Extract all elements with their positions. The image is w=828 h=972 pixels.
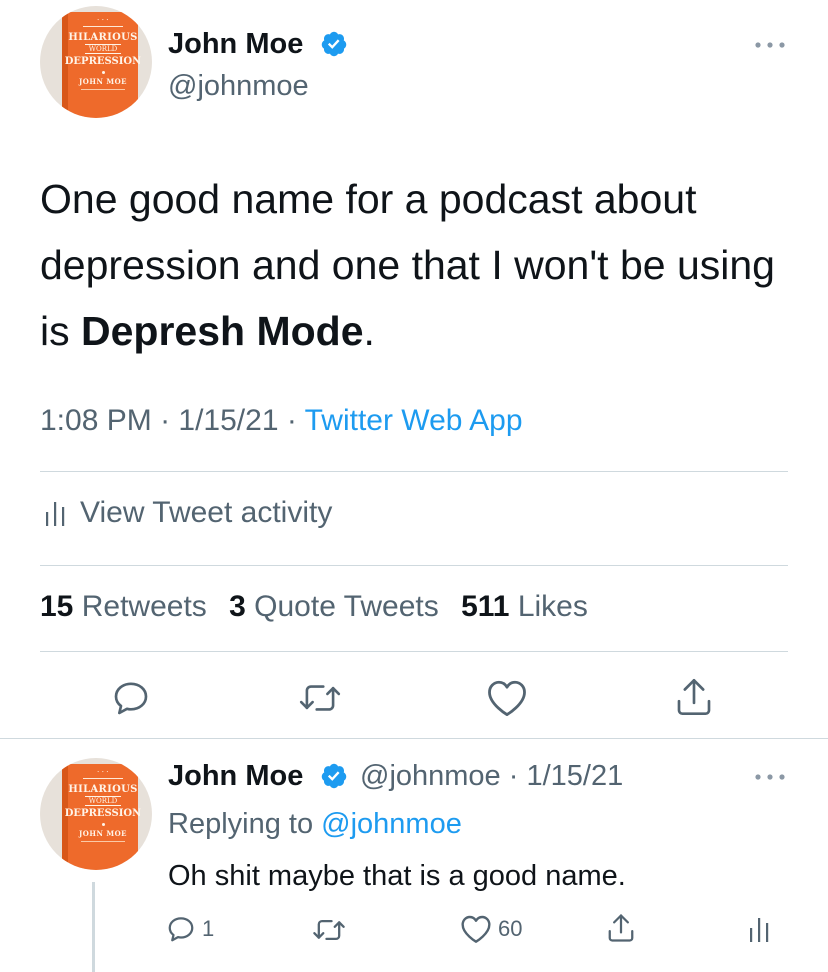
reply-text: Oh shit maybe that is a good name.: [168, 860, 626, 892]
avatar-book-cover: • • • HILARIOUS WORLD DEPRESSION JOHN MO…: [62, 12, 141, 118]
tweet-text: One good name for a podcast about depres…: [40, 166, 800, 364]
likes-stat[interactable]: 511 Likes: [461, 590, 588, 623]
reply-author-avatar[interactable]: • • • HILARIOUS WORLD DEPRESSION JOHN MO…: [40, 758, 152, 870]
book-subtitle-rule: [81, 89, 125, 90]
view-activity-link[interactable]: View Tweet activity: [44, 496, 332, 530]
share-button[interactable]: [674, 676, 714, 718]
quotes-stat[interactable]: 3 Quote Tweets: [229, 590, 439, 623]
divider: [40, 471, 788, 472]
tweet-text-end: .: [363, 308, 375, 354]
book-dot: [101, 71, 105, 74]
book-subtitle-rule: [81, 841, 125, 842]
quotes-label: Quote Tweets: [254, 590, 439, 623]
divider: [40, 565, 788, 566]
book-rule: [83, 778, 123, 779]
reply-like-button[interactable]: 60: [460, 914, 522, 944]
retweets-stat[interactable]: 15 Retweets: [40, 590, 207, 623]
more-horizontal-icon[interactable]: [754, 772, 786, 782]
share-icon: [608, 914, 634, 942]
reply-bubble-icon: [168, 917, 194, 942]
activity-label: View Tweet activity: [80, 496, 333, 529]
tweet-date[interactable]: 1/15/21: [178, 404, 278, 437]
reply-retweet-button[interactable]: [312, 916, 346, 944]
likes-label: Likes: [517, 590, 588, 623]
more-horizontal-icon[interactable]: [754, 40, 786, 50]
bar-chart-icon: [46, 502, 65, 526]
reply-activity-button[interactable]: [748, 914, 770, 944]
section-divider: [0, 738, 828, 739]
book-dot: [101, 823, 105, 826]
replying-to: Replying to @johnmoe: [168, 808, 462, 841]
retweets-count: 15: [40, 590, 74, 623]
meta-separator: ·: [151, 404, 179, 437]
divider: [40, 651, 788, 652]
retweet-button[interactable]: [298, 680, 342, 716]
retweet-icon: [299, 685, 341, 711]
tweet-meta: 1:08 PM · 1/15/21 · Twitter Web App: [40, 404, 523, 438]
book-title-line3: DEPRESSION: [64, 56, 142, 67]
likes-count: 511: [461, 590, 510, 623]
like-count: 60: [498, 916, 523, 941]
tweet-text-bold: Depresh Mode: [81, 308, 364, 354]
heart-icon: [488, 680, 526, 717]
thread-connector: [92, 882, 95, 972]
bar-chart-icon: [750, 918, 769, 942]
author-handle[interactable]: @johnmoe: [168, 70, 309, 103]
book-author: JOHN MOE: [78, 77, 128, 86]
reply-meta[interactable]: @johnmoe · 1/15/21: [360, 760, 623, 793]
quotes-count: 3: [229, 590, 246, 623]
author-name[interactable]: John Moe: [168, 28, 303, 61]
book-small-text: • • •: [96, 17, 110, 22]
book-title-line2: WORLD: [84, 44, 122, 54]
avatar-book-cover: • • • HILARIOUS WORLD DEPRESSION JOHN MO…: [62, 764, 141, 870]
meta-separator: ·: [278, 404, 305, 437]
book-author: JOHN MOE: [78, 829, 128, 838]
retweets-label: Retweets: [81, 590, 207, 623]
book-rule: [83, 26, 123, 27]
reply-reply-button[interactable]: 1: [166, 914, 214, 944]
tweet-source[interactable]: Twitter Web App: [305, 404, 523, 437]
heart-icon: [461, 915, 491, 943]
retweet-icon: [313, 919, 345, 941]
author-avatar[interactable]: • • • HILARIOUS WORLD DEPRESSION JOHN MO…: [40, 6, 152, 118]
reply-count: 1: [202, 916, 215, 941]
book-small-text: • • •: [96, 769, 110, 774]
book-title-line3: DEPRESSION: [64, 808, 142, 819]
book-title-line1: HILARIOUS: [68, 784, 138, 795]
reply-share-button[interactable]: [606, 912, 636, 944]
verified-badge-icon: [321, 763, 347, 789]
book-title-line1: HILARIOUS: [68, 32, 138, 43]
replying-mention[interactable]: @johnmoe: [321, 808, 462, 840]
share-icon: [677, 678, 711, 715]
tweet-time[interactable]: 1:08 PM: [40, 404, 152, 437]
verified-badge-icon: [321, 31, 347, 57]
reply-author-name[interactable]: John Moe: [168, 760, 303, 793]
reply-button[interactable]: [111, 678, 151, 718]
book-title-line2: WORLD: [84, 796, 122, 806]
tweet-stats: 15 Retweets 3 Quote Tweets 511 Likes: [40, 590, 588, 624]
like-button[interactable]: [486, 678, 528, 718]
reply-bubble-icon: [114, 682, 148, 715]
replying-prefix: Replying to: [168, 808, 322, 840]
